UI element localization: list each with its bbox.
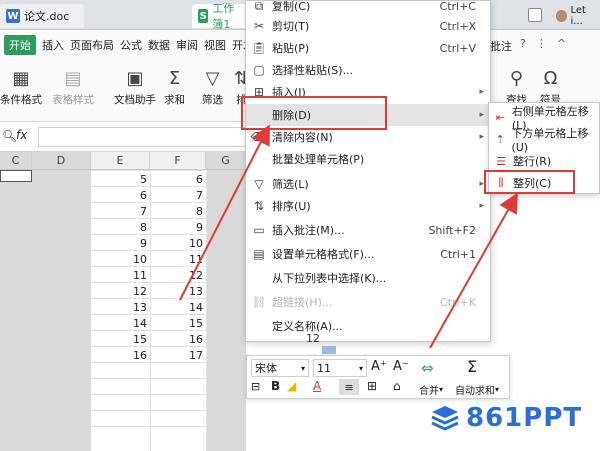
watermark: 861PPT	[430, 400, 600, 436]
autosum-label: 自动求和	[455, 386, 495, 397]
bold-button[interactable]: B	[271, 379, 280, 393]
font-color-icon[interactable]: A	[313, 379, 321, 393]
layers-logo-icon	[431, 406, 459, 431]
merge-button[interactable]: 合并 ▾	[419, 382, 443, 397]
fill-color-icon[interactable]: ◢	[287, 379, 296, 393]
arrow-to-delete	[179, 124, 270, 301]
clear-format-icon[interactable]: ⌂	[393, 379, 401, 393]
merge-icon[interactable]: ⇔	[421, 359, 434, 377]
font-select[interactable]: 宋体 ▾	[251, 359, 309, 377]
font-size-select[interactable]: 11 ▾	[313, 359, 367, 377]
autosum-button[interactable]: 自动求和 ▾	[455, 382, 499, 397]
align-center-icon[interactable]: ≡	[339, 379, 359, 395]
mini-format-toolbar: 宋体 ▾ 11 ▾ A⁺ A⁻ ⇔ Σ ⊟ B ◢ A ≡ ⊞ ⌂ 合并 ▾ 自动…	[246, 355, 510, 399]
paste-options-marker[interactable]	[322, 346, 336, 354]
font-name: 宋体	[255, 362, 277, 375]
partial-cell-value: 12	[306, 332, 320, 345]
decrease-font-icon[interactable]: A⁻	[393, 359, 409, 374]
format-painter-icon[interactable]: ⊟	[251, 380, 260, 393]
font-size-value: 11	[317, 361, 331, 375]
merge-label: 合并	[419, 386, 439, 397]
increase-font-icon[interactable]: A⁺	[371, 359, 387, 374]
watermark-text: 861PPT	[466, 403, 583, 433]
dropdown-icon: ▾	[300, 363, 305, 373]
borders-icon[interactable]: ⊞	[367, 379, 377, 393]
arrow-to-entire-column	[429, 192, 518, 349]
dropdown-icon: ▾	[358, 363, 363, 373]
autosum-icon[interactable]: Σ	[467, 357, 477, 376]
